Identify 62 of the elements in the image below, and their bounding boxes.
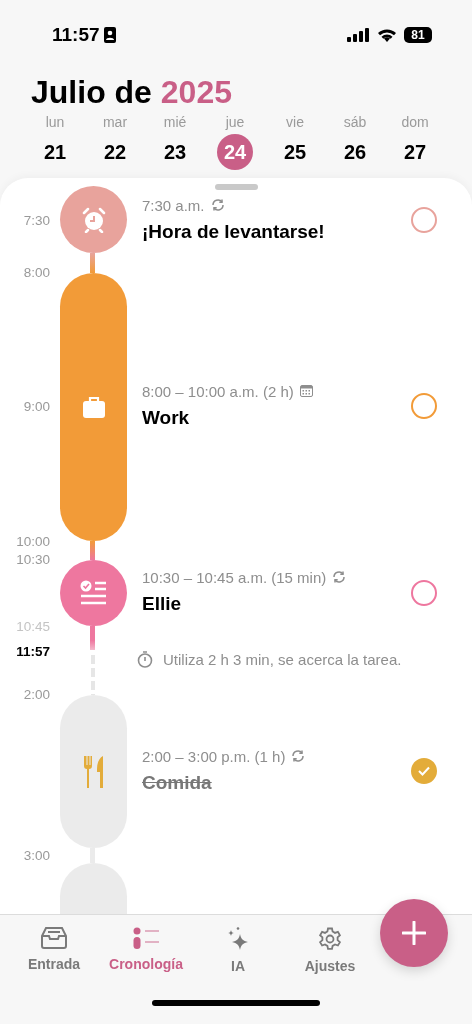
weekday-label: vie bbox=[286, 114, 304, 130]
inbox-tray-icon bbox=[41, 927, 67, 949]
time-label: 9:00 bbox=[23, 398, 50, 414]
time-label: 3:00 bbox=[23, 847, 50, 863]
alarm-clock-icon bbox=[80, 206, 107, 233]
time-label: 2:00 bbox=[23, 686, 50, 702]
timeline-icon bbox=[133, 927, 159, 949]
weekday-label: sáb bbox=[343, 114, 367, 130]
timeline-connector bbox=[90, 626, 95, 650]
settings-icon bbox=[318, 927, 342, 951]
time-label: 10:00 bbox=[16, 533, 50, 549]
day-number[interactable]: 24 bbox=[217, 134, 253, 170]
event-time: 8:00 – 10:00 a.m. (2 h) bbox=[142, 382, 294, 400]
weekday-label: mar bbox=[102, 114, 128, 130]
timeline-connector bbox=[90, 541, 95, 560]
tab[interactable]: Cronología bbox=[100, 923, 192, 978]
event-title: Work bbox=[142, 407, 191, 429]
drag-handle[interactable] bbox=[215, 184, 258, 190]
sparkle-icon bbox=[227, 927, 249, 951]
add-button[interactable] bbox=[380, 899, 448, 967]
id-badge-icon bbox=[103, 27, 116, 43]
time-label: 7:30 bbox=[23, 212, 50, 228]
timeline-connector bbox=[90, 253, 95, 273]
weekday-label: mié bbox=[163, 114, 187, 130]
month-title: Julio de 2025 bbox=[31, 73, 233, 112]
weekday-label: dom bbox=[401, 114, 429, 130]
event-time: 10:30 – 10:45 a.m. (15 min) bbox=[142, 568, 327, 586]
event-title: ¡Hora de levantarse! bbox=[142, 221, 325, 243]
time-hint: Utiliza 2 h 3 min, se acerca la tarea. bbox=[163, 651, 402, 668]
battery-level: 81 bbox=[404, 27, 432, 43]
day-number[interactable]: 22 bbox=[97, 134, 133, 170]
day-number[interactable]: 27 bbox=[397, 134, 433, 170]
checkmark-icon bbox=[418, 766, 430, 776]
status-time: 11:57 bbox=[52, 24, 100, 46]
tab[interactable]: Ajustes bbox=[284, 923, 376, 978]
weekday-label: jue bbox=[225, 114, 245, 130]
tab[interactable]: IA bbox=[192, 923, 284, 978]
event-title: Ellie bbox=[142, 593, 183, 615]
briefcase-icon bbox=[81, 395, 106, 419]
day-number[interactable]: 25 bbox=[277, 134, 313, 170]
completion-checkbox[interactable] bbox=[411, 758, 437, 784]
event-time: 7:30 a.m. bbox=[142, 196, 205, 214]
time-label: 10:45 bbox=[16, 618, 50, 634]
checklist-icon bbox=[79, 580, 108, 606]
tab[interactable]: Entrada bbox=[8, 923, 100, 978]
event-title: Comida bbox=[142, 772, 213, 794]
wifi-icon bbox=[377, 28, 397, 42]
fork-knife-icon bbox=[82, 755, 105, 788]
event-time: 2:00 – 3:00 p.m. (1 h) bbox=[142, 747, 286, 765]
time-label: 8:00 bbox=[23, 264, 50, 280]
signal-icon bbox=[347, 28, 370, 42]
timer-icon bbox=[137, 651, 153, 668]
completion-checkbox[interactable] bbox=[411, 207, 437, 233]
completion-checkbox[interactable] bbox=[411, 580, 437, 606]
day-number[interactable]: 23 bbox=[157, 134, 193, 170]
time-label: 10:30 bbox=[16, 551, 50, 567]
day-number[interactable]: 26 bbox=[337, 134, 373, 170]
weekday-label: lun bbox=[45, 114, 65, 130]
day-number[interactable]: 21 bbox=[37, 134, 73, 170]
time-label: 11:57 bbox=[16, 643, 50, 659]
plus-icon bbox=[402, 921, 426, 945]
completion-checkbox[interactable] bbox=[411, 393, 437, 419]
